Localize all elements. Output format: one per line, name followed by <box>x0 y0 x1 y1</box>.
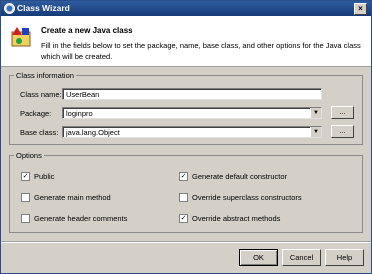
footer-divider <box>1 241 371 243</box>
default-constructor-checkbox[interactable]: ✓ <box>179 172 188 181</box>
ok-button[interactable]: OK <box>239 249 278 266</box>
package-label: Package: <box>20 109 52 118</box>
abstract-methods-label: Override abstract methods <box>192 214 281 223</box>
java-app-icon <box>4 3 15 14</box>
header-comments-label: Generate header comments <box>34 214 128 223</box>
wizard-heading: Create a new Java class <box>41 26 133 35</box>
class-wizard-dialog: Class Wizard × Create a new Java class F… <box>0 0 372 274</box>
base-class-value: java.lang.Object <box>66 128 120 137</box>
help-button[interactable]: Help <box>325 249 364 266</box>
base-class-browse-button[interactable]: ... <box>331 125 354 138</box>
base-class-combo[interactable]: java.lang.Object ▼ <box>62 126 322 138</box>
class-name-input[interactable]: UserBean <box>62 88 322 100</box>
header-comments-checkbox[interactable] <box>21 214 30 223</box>
options-legend: Options <box>16 151 42 160</box>
package-browse-button[interactable]: ... <box>331 106 354 119</box>
wizard-description: Fill in the fields below to set the pack… <box>41 41 361 61</box>
cancel-button[interactable]: Cancel <box>282 249 321 266</box>
package-combo[interactable]: loginpro ▼ <box>62 107 322 119</box>
close-button[interactable]: × <box>354 3 367 15</box>
default-constructor-label: Generate default constructor <box>192 172 288 181</box>
generate-main-label: Generate main method <box>34 193 111 202</box>
base-class-label: Base class: <box>20 128 59 137</box>
class-name-label: Class name: <box>20 90 62 99</box>
class-shapes-icon <box>11 27 31 47</box>
package-value: loginpro <box>66 109 93 118</box>
abstract-methods-checkbox[interactable]: ✓ <box>179 214 188 223</box>
window-title: Class Wizard <box>17 3 70 13</box>
public-checkbox[interactable]: ✓ <box>21 172 30 181</box>
superclass-constructors-label: Override superclass constructors <box>192 193 302 202</box>
superclass-constructors-checkbox[interactable] <box>179 193 188 202</box>
close-icon: × <box>358 4 363 13</box>
chevron-down-icon[interactable]: ▼ <box>310 108 321 118</box>
chevron-down-icon[interactable]: ▼ <box>310 127 321 137</box>
title-bar[interactable]: Class Wizard × <box>1 1 371 16</box>
class-information-legend: Class information <box>16 71 74 80</box>
public-label: Public <box>34 172 55 181</box>
generate-main-checkbox[interactable] <box>21 193 30 202</box>
wizard-header: Create a new Java class Fill in the fiel… <box>1 16 371 67</box>
